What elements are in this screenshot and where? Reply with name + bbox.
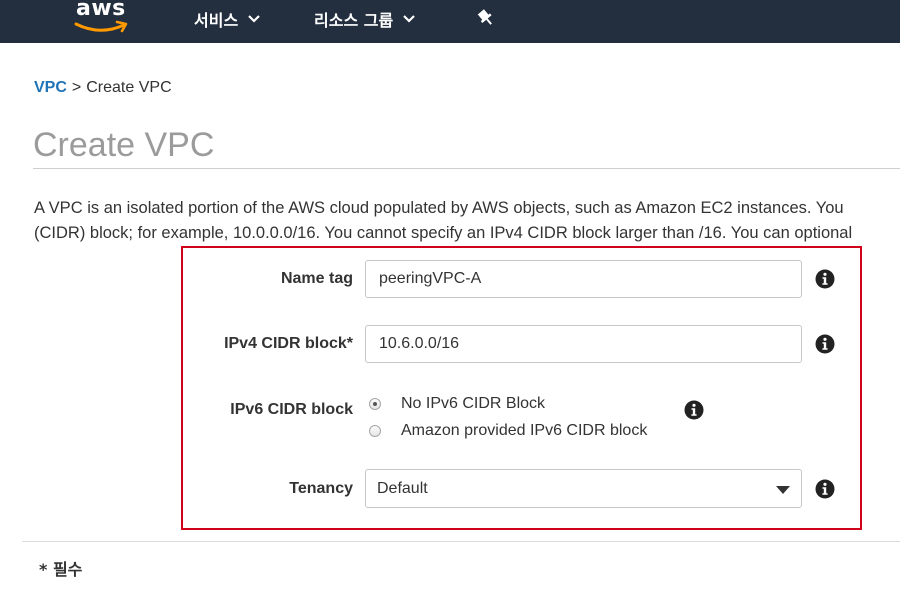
- services-menu[interactable]: 서비스: [194, 6, 260, 32]
- ipv4-cidr-input[interactable]: 10.6.0.0/16: [365, 325, 802, 363]
- footer-divider: [22, 541, 900, 542]
- chevron-down-icon: [248, 15, 260, 23]
- name-tag-label: Name tag: [280, 270, 353, 287]
- logo-text: aws: [76, 0, 126, 21]
- info-icon[interactable]: [815, 479, 835, 499]
- tenancy-select[interactable]: Default: [365, 469, 802, 508]
- breadcrumb-vpc-link[interactable]: VPC: [34, 79, 67, 96]
- name-tag-input[interactable]: peeringVPC-A: [365, 260, 802, 298]
- ipv4-cidr-label: IPv4 CIDR block*: [224, 335, 353, 352]
- breadcrumb: VPC > Create VPC: [34, 79, 172, 97]
- ipv6-option-amazon[interactable]: Amazon provided IPv6 CIDR block: [369, 421, 647, 441]
- info-icon[interactable]: [684, 400, 704, 420]
- resource-groups-menu[interactable]: 리소스 그룹: [314, 6, 415, 32]
- breadcrumb-current: Create VPC: [86, 79, 172, 96]
- radio-button-checked[interactable]: [369, 398, 381, 410]
- title-divider: [33, 168, 900, 169]
- chevron-down-icon: [403, 15, 415, 23]
- services-label: 서비스: [194, 11, 239, 30]
- pin-icon[interactable]: [477, 8, 495, 28]
- caret-down-icon: [776, 486, 790, 494]
- ipv6-option-amazon-label: Amazon provided IPv6 CIDR block: [401, 422, 648, 439]
- tenancy-value: Default: [377, 479, 428, 497]
- description-line-1: A VPC is an isolated portion of the AWS …: [34, 199, 844, 217]
- ipv6-option-none[interactable]: No IPv6 CIDR Block: [369, 394, 545, 414]
- required-note: * 필수: [39, 560, 83, 579]
- name-tag-value: peeringVPC-A: [379, 270, 482, 287]
- radio-button[interactable]: [369, 425, 381, 437]
- resource-groups-label: 리소스 그룹: [314, 11, 394, 30]
- tenancy-label: Tenancy: [289, 480, 353, 497]
- page-title: Create VPC: [33, 126, 215, 164]
- ipv6-cidr-label: IPv6 CIDR block: [230, 401, 353, 418]
- page-description: A VPC is an isolated portion of the AWS …: [34, 196, 900, 246]
- info-icon[interactable]: [815, 334, 835, 354]
- breadcrumb-separator: >: [71, 79, 82, 96]
- aws-logo[interactable]: aws: [74, 0, 130, 36]
- smile-arrow-icon: [74, 20, 128, 33]
- ipv6-option-none-label: No IPv6 CIDR Block: [401, 395, 546, 412]
- description-line-2: (CIDR) block; for example, 10.0.0.0/16. …: [34, 224, 853, 242]
- info-icon[interactable]: [815, 269, 835, 289]
- ipv4-cidr-value: 10.6.0.0/16: [379, 335, 460, 352]
- top-nav-bar: aws 서비스 리소스 그룹: [0, 0, 900, 43]
